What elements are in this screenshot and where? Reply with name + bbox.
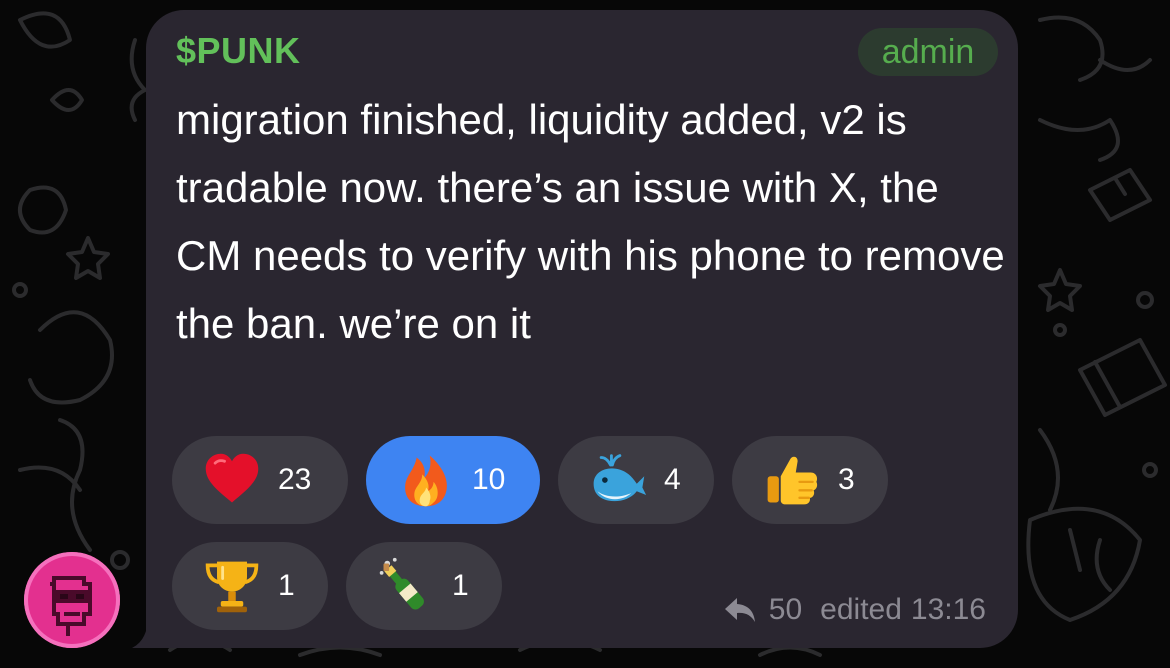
message-meta: 50 edited 13:16 [723,590,986,630]
heart-icon [205,453,259,503]
punk-avatar-icon [50,576,92,636]
reaction-count: 1 [452,569,469,602]
sender-name[interactable]: $PUNK [176,30,301,72]
reaction-heart[interactable]: 23 [172,436,348,524]
reaction-count: 1 [278,569,295,602]
bubble-tail [132,616,166,648]
reaction-trophy[interactable]: 1 [172,542,328,630]
fire-icon [405,455,447,507]
reaction-fire[interactable]: 10 [366,436,540,524]
reaction-thumbs-up[interactable]: 3 [732,436,888,524]
reply-icon[interactable] [723,596,757,624]
reaction-count: 23 [278,463,312,496]
reaction-champagne[interactable]: 1 [346,542,502,630]
edited-label: edited [820,593,902,626]
reaction-count: 10 [472,463,506,496]
message-time: 13:16 [910,593,986,626]
reaction-count: 3 [838,463,855,496]
reply-count[interactable]: 50 [769,593,802,627]
whale-icon [593,454,647,502]
avatar[interactable] [24,552,120,648]
thumbs-up-icon [767,456,818,505]
reaction-count: 4 [664,463,681,496]
trophy-icon [205,561,259,613]
message-text: migration finished, liquidity added, v2 … [176,96,1005,347]
reaction-whale[interactable]: 4 [558,436,714,524]
champagne-icon [379,557,424,610]
admin-badge: admin [858,28,998,76]
